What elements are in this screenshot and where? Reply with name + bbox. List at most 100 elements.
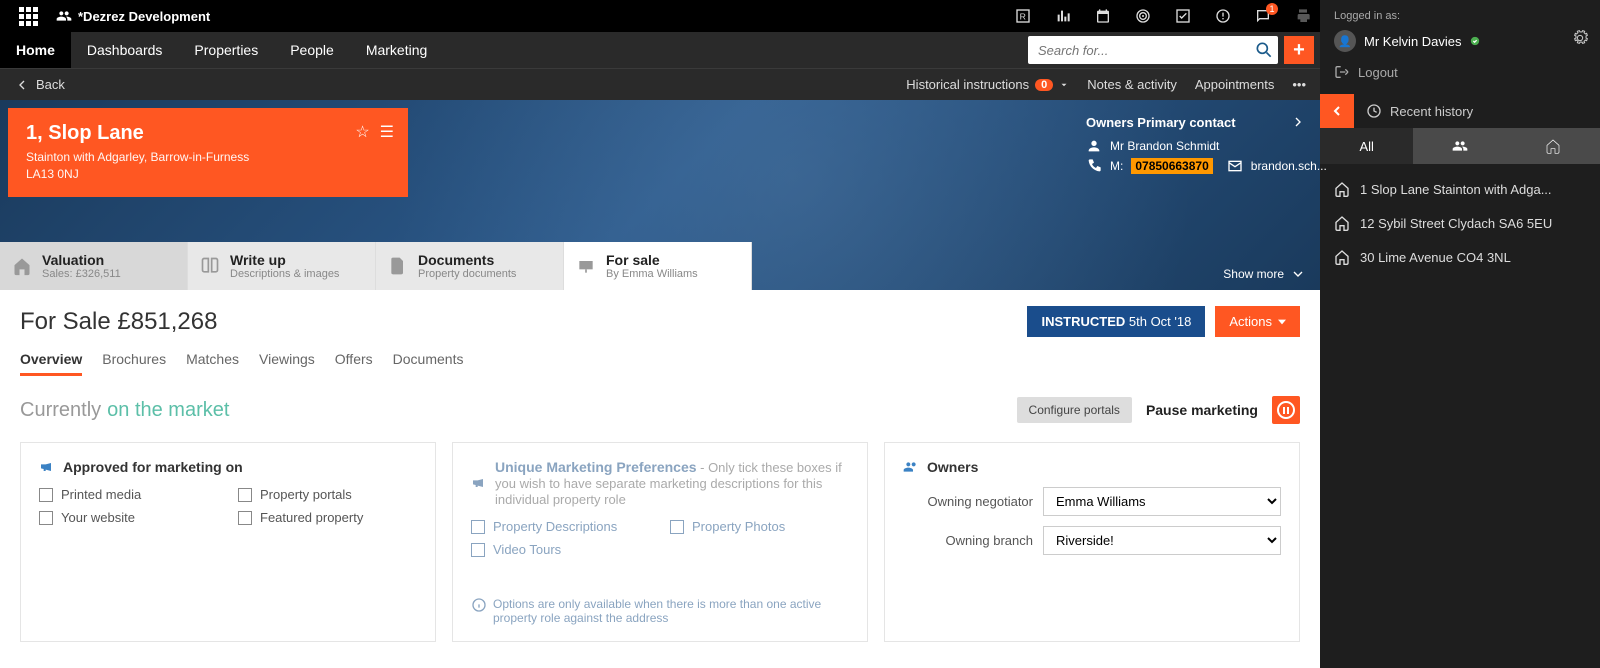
configure-portals-button[interactable]: Configure portals: [1017, 397, 1132, 423]
menu-icon[interactable]: ☰: [380, 122, 394, 142]
phone-icon: [1086, 158, 1102, 174]
history-icon: [1366, 103, 1382, 119]
owning-branch-select[interactable]: Riverside!: [1043, 526, 1281, 555]
nav-people[interactable]: People: [274, 32, 350, 68]
target-icon[interactable]: [1134, 7, 1152, 25]
chk-featured-property[interactable]: Featured property: [238, 510, 417, 525]
stage-forsale[interactable]: For saleBy Emma Williams: [564, 242, 752, 290]
tab-documents[interactable]: Documents: [393, 351, 464, 376]
side-tab-property[interactable]: [1507, 128, 1600, 164]
add-button[interactable]: +: [1284, 36, 1314, 64]
card-approved-marketing: Approved for marketing on Printed media …: [20, 442, 436, 642]
home-icon: [1334, 181, 1350, 197]
logout-button[interactable]: Logout: [1334, 60, 1586, 84]
owning-negotiator-select[interactable]: Emma Williams: [1043, 487, 1281, 516]
history-item[interactable]: 30 Lime Avenue CO4 3NL: [1320, 240, 1600, 274]
alert-icon[interactable]: [1214, 7, 1232, 25]
card-unique-preferences: Unique Marketing Preferences - Only tick…: [452, 442, 868, 642]
property-address-line3: LA13 0NJ: [26, 166, 390, 183]
chk-video-tours: Video Tours: [471, 542, 650, 557]
more-menu[interactable]: •••: [1292, 77, 1306, 92]
people-icon: [56, 8, 72, 24]
side-tab-all[interactable]: All: [1320, 128, 1413, 164]
email-icon: [1227, 158, 1243, 174]
search-icon[interactable]: [1250, 40, 1278, 60]
historical-link[interactable]: Historical instructions 0: [906, 77, 1069, 92]
notes-link[interactable]: Notes & activity: [1087, 77, 1177, 92]
owning-branch-label: Owning branch: [903, 533, 1033, 548]
chk-property-portals[interactable]: Property portals: [238, 487, 417, 502]
logout-icon: [1334, 64, 1350, 80]
chk-printed-media[interactable]: Printed media: [39, 487, 218, 502]
chk-property-descriptions: Property Descriptions: [471, 519, 650, 534]
owning-negotiator-label: Owning negotiator: [903, 494, 1033, 509]
stage-documents[interactable]: DocumentsProperty documents: [376, 242, 564, 290]
card-owners: Owners Owning negotiator Emma Williams O…: [884, 442, 1300, 642]
logged-in-label: Logged in as:: [1334, 10, 1586, 22]
owner-name: Mr Brandon Schmidt: [1110, 139, 1219, 153]
stage-valuation[interactable]: ValuationSales: £326,511: [0, 242, 188, 290]
chevron-left-icon: [14, 77, 30, 93]
forsale-icon: [576, 256, 596, 276]
tab-matches[interactable]: Matches: [186, 351, 239, 376]
pause-marketing-button[interactable]: [1272, 396, 1300, 424]
nav-home[interactable]: Home: [0, 32, 71, 68]
people-icon: [1452, 138, 1468, 154]
settings-icon[interactable]: [1572, 30, 1588, 49]
owner-email[interactable]: brandon.sch...: [1251, 159, 1327, 173]
page-title: For Sale £851,268: [20, 308, 217, 336]
tab-viewings[interactable]: Viewings: [259, 351, 315, 376]
caret-down-icon: [1059, 80, 1069, 90]
megaphone-icon: [471, 475, 487, 491]
appointments-link[interactable]: Appointments: [1195, 77, 1275, 92]
show-more-button[interactable]: Show more: [1223, 266, 1306, 282]
instructed-badge: INSTRUCTED 5th Oct '18: [1027, 306, 1205, 337]
pause-marketing-label: Pause marketing: [1146, 402, 1258, 418]
people-icon: [903, 459, 919, 475]
info-icon: [471, 597, 487, 613]
avatar: 👤: [1334, 30, 1356, 52]
caret-down-icon: [1278, 319, 1286, 325]
print-icon[interactable]: [1294, 7, 1312, 25]
book-icon: [200, 256, 220, 276]
history-item[interactable]: 1 Slop Lane Stainton with Adga...: [1320, 172, 1600, 206]
history-item[interactable]: 12 Sybil Street Clydach SA6 5EU: [1320, 206, 1600, 240]
app-grid-button[interactable]: [8, 0, 48, 32]
back-button[interactable]: Back: [14, 77, 65, 93]
nav-marketing[interactable]: Marketing: [350, 32, 443, 68]
property-address-line2: Stainton with Adgarley, Barrow-in-Furnes…: [26, 149, 390, 166]
star-icon[interactable]: ☆: [355, 122, 369, 142]
info-note: Options are only available when there is…: [471, 597, 849, 625]
brand-title: *Dezrez Development: [56, 8, 210, 24]
tab-overview[interactable]: Overview: [20, 351, 82, 376]
home-icon: [1334, 215, 1350, 231]
r-icon[interactable]: R: [1014, 7, 1032, 25]
chevron-down-icon: [1290, 266, 1306, 282]
search-input[interactable]: [1028, 43, 1250, 58]
current-user[interactable]: 👤 Mr Kelvin Davies: [1334, 30, 1586, 52]
chk-your-website[interactable]: Your website: [39, 510, 218, 525]
side-tab-people[interactable]: [1413, 128, 1506, 164]
svg-text:R: R: [1020, 11, 1026, 21]
megaphone-icon: [39, 459, 55, 475]
document-icon: [388, 256, 408, 276]
check-icon[interactable]: [1174, 7, 1192, 25]
home-icon: [1334, 249, 1350, 265]
nav-properties[interactable]: Properties: [178, 32, 274, 68]
home-icon: [1545, 138, 1561, 154]
chart-icon[interactable]: [1054, 7, 1072, 25]
property-title: 1, Slop Lane: [26, 122, 390, 145]
search-box[interactable]: [1028, 36, 1278, 64]
tab-brochures[interactable]: Brochures: [102, 351, 166, 376]
status-label: Currently: [20, 399, 101, 422]
owner-mobile[interactable]: 07850663870: [1131, 158, 1212, 174]
owner-contact-box: Owners Primary contact Mr Brandon Schmid…: [1086, 114, 1306, 178]
history-back-button[interactable]: [1320, 94, 1354, 128]
actions-button[interactable]: Actions: [1215, 306, 1300, 337]
stage-writeup[interactable]: Write upDescriptions & images: [188, 242, 376, 290]
chevron-right-icon[interactable]: [1290, 114, 1306, 130]
tab-offers[interactable]: Offers: [335, 351, 373, 376]
calendar-icon[interactable]: [1094, 7, 1112, 25]
chat-icon[interactable]: 1: [1254, 7, 1272, 25]
nav-dashboards[interactable]: Dashboards: [71, 32, 179, 68]
